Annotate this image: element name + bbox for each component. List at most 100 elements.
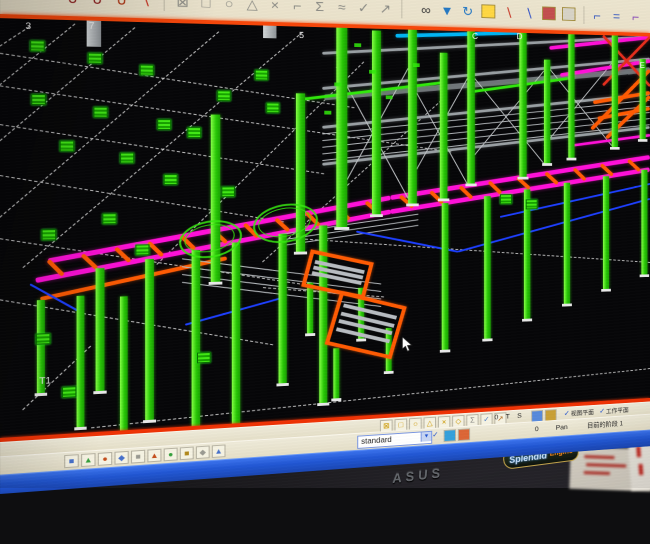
select-views-icon[interactable]: ◆ — [196, 445, 210, 459]
weld-icon[interactable]: ∪ — [64, 0, 81, 8]
arrow-tool-icon[interactable]: ↗ — [378, 0, 393, 18]
monitor-screen: ■◆■≡#× ∪∪∪∖⊠□○△×⌐Σ≈✓↗∞▼↻∖∖⌐=⌐∕←»| 375CDE… — [0, 0, 650, 488]
model-column — [603, 176, 609, 289]
column-base-plate — [640, 274, 649, 277]
part-mark — [354, 43, 361, 47]
grid-line — [0, 31, 219, 217]
select-grids-icon[interactable]: ■ — [180, 447, 194, 461]
grid-icon[interactable]: # — [631, 0, 644, 1]
column-base-plate — [384, 371, 394, 374]
anchor-bolt-group — [221, 186, 235, 197]
model-column — [120, 296, 128, 430]
plane-check-icon[interactable]: ✓ — [599, 406, 605, 414]
chevron-down-icon[interactable]: ▾ — [421, 432, 432, 442]
red-pen-icon[interactable]: ∖ — [502, 1, 516, 21]
toolbar-upper-row: ■◆■≡#× — [553, 0, 650, 2]
grid-line — [0, 124, 324, 174]
model-column — [336, 28, 347, 228]
rect-tool-icon[interactable]: □ — [198, 0, 214, 12]
model-column — [484, 196, 491, 339]
grid-label: D — [517, 32, 523, 41]
anchor-bolt-group — [88, 53, 102, 64]
snap-status-letters: 0 T S — [494, 411, 524, 421]
column-base-plate — [638, 139, 648, 142]
triangle-tool-icon[interactable]: △ — [244, 0, 260, 14]
model-column — [307, 283, 313, 334]
part-mark — [334, 82, 341, 86]
toolbar-separator — [401, 0, 402, 18]
cut-icon[interactable]: ∪ — [113, 0, 130, 10]
grid-label: E — [640, 61, 645, 70]
column-base-plate — [517, 177, 528, 180]
model-viewport[interactable]: 375CDET1 — [0, 18, 650, 438]
model-column — [564, 183, 570, 304]
anchor-bolt-group — [93, 107, 107, 118]
select-filters-icon[interactable]: ▲ — [212, 444, 226, 458]
sum-tool-icon[interactable]: Σ — [312, 0, 327, 16]
model-column — [96, 268, 105, 391]
slope-pen-icon[interactable]: ∖ — [138, 0, 154, 11]
circle-tool-icon[interactable]: ○ — [221, 0, 237, 13]
select-area-icon[interactable]: ⊠ — [174, 0, 190, 12]
check-tool-icon[interactable]: ✓ — [356, 0, 371, 17]
anchor-bolt-group — [60, 141, 75, 152]
equal-icon[interactable]: = — [610, 5, 623, 25]
blue-pen-icon[interactable]: ∖ — [522, 2, 536, 22]
red-swatch-icon[interactable] — [542, 6, 556, 20]
snap-plane-option[interactable]: ✓工作平面 — [599, 405, 629, 416]
filter-apply-icon[interactable] — [444, 429, 456, 442]
anchor-bolt-group — [41, 229, 56, 240]
refresh-icon[interactable]: ↻ — [461, 0, 475, 21]
grid-label: 5 — [299, 30, 304, 40]
highlight-swatch-icon[interactable] — [481, 4, 495, 18]
cross-tool-icon[interactable]: × — [267, 0, 282, 15]
anchor-bolt-group — [120, 153, 134, 164]
binoculars-icon[interactable]: ∞ — [419, 0, 433, 19]
select-points-icon[interactable]: ● — [98, 452, 112, 466]
column-base-plate — [294, 251, 307, 254]
select-bolts-icon[interactable]: ■ — [131, 450, 145, 464]
filter-funnel-icon[interactable]: ▼ — [440, 0, 454, 20]
column-base-plate — [440, 349, 450, 352]
part-mark — [386, 95, 393, 99]
column-base-plate — [331, 398, 341, 401]
corner-tool-icon[interactable]: ⌐ — [290, 0, 305, 15]
plane-label: 工作平面 — [606, 405, 629, 415]
anchor-bolt-group — [62, 386, 77, 398]
wave-tool-icon[interactable]: ≈ — [334, 0, 349, 17]
snap-plane-option[interactable]: ✓视图平面 — [564, 407, 594, 418]
select-objects-icon[interactable]: ● — [164, 448, 178, 462]
weld-2-icon[interactable]: ∪ — [89, 0, 106, 9]
filter-check[interactable]: ✓ — [432, 430, 438, 439]
column-base-plate — [74, 427, 86, 431]
model-column — [641, 170, 647, 275]
plane-check-icon[interactable]: ✓ — [564, 409, 570, 417]
anchor-bolt-group — [102, 213, 116, 224]
anchor-bolt-group — [157, 119, 171, 130]
column-base-plate — [334, 227, 349, 230]
anchor-bolt-group — [526, 199, 538, 209]
column-base-plate — [35, 393, 48, 397]
select-parts-icon[interactable]: ▲ — [81, 453, 96, 467]
column-base-plate — [406, 203, 419, 206]
phase-icon[interactable]: ⌐ — [591, 5, 604, 25]
column-base-plate — [610, 147, 620, 150]
model-column — [77, 296, 85, 428]
anchor-bolt-group — [500, 194, 512, 204]
status-zero: 0 — [535, 425, 539, 433]
grid-label: T1 — [39, 375, 51, 386]
select-components-icon[interactable]: ◆ — [114, 451, 128, 465]
select-all-icon[interactable]: ■ — [64, 454, 79, 468]
toolbar-separator — [164, 0, 165, 11]
model-column — [192, 250, 201, 426]
column-base-plate — [542, 163, 552, 166]
model-column — [279, 234, 287, 384]
flag-icon[interactable]: ⌐ — [629, 6, 642, 26]
model-column — [372, 31, 381, 215]
filter-edit-icon[interactable] — [458, 428, 470, 441]
select-welds-icon[interactable]: ▲ — [147, 449, 161, 463]
gray-swatch-icon[interactable] — [562, 7, 575, 21]
status-phase: 目前的阶段 1 — [587, 419, 623, 430]
column-base-plate — [143, 419, 156, 423]
model-column — [640, 59, 646, 139]
